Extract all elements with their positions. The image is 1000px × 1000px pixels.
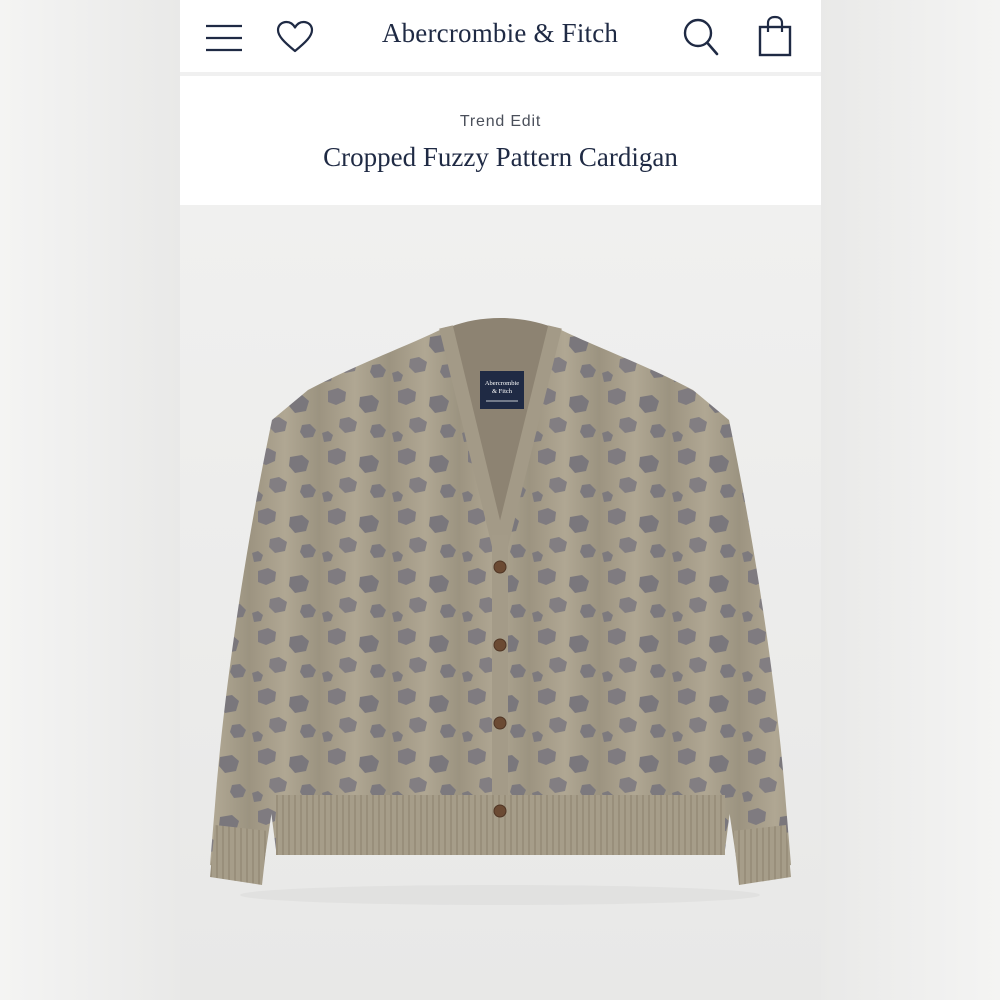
search-button[interactable] xyxy=(680,15,722,59)
brand-logo[interactable]: Abercrombie & Fitch xyxy=(340,18,660,52)
top-header: Abercrombie & Fitch xyxy=(180,0,821,76)
menu-button[interactable] xyxy=(202,18,246,58)
collection-label: Trend Edit xyxy=(459,113,542,130)
mobile-page: Abercrombie & Fitch Trend Edit Cropped F… xyxy=(180,0,821,1000)
side-backdrop-right xyxy=(820,0,1000,1000)
shopping-bag-button[interactable] xyxy=(754,13,796,59)
label-brand-bottom: & Fitch xyxy=(492,388,513,395)
shopping-bag-icon xyxy=(758,15,792,57)
product-heading: Trend Edit Cropped Fuzzy Pattern Cardiga… xyxy=(180,80,821,205)
label-brand-top: Abercrombie xyxy=(485,380,519,387)
wishlist-button[interactable] xyxy=(274,17,316,57)
menu-icon xyxy=(206,24,242,52)
search-icon xyxy=(683,18,719,56)
cardigan-product-image: Abercrombie & Fitch xyxy=(180,205,821,1000)
side-backdrop-left xyxy=(0,0,180,1000)
product-image-area[interactable]: Abercrombie & Fitch xyxy=(180,205,821,1000)
heart-icon xyxy=(276,20,314,53)
product-title: Cropped Fuzzy Pattern Cardigan xyxy=(323,142,678,172)
